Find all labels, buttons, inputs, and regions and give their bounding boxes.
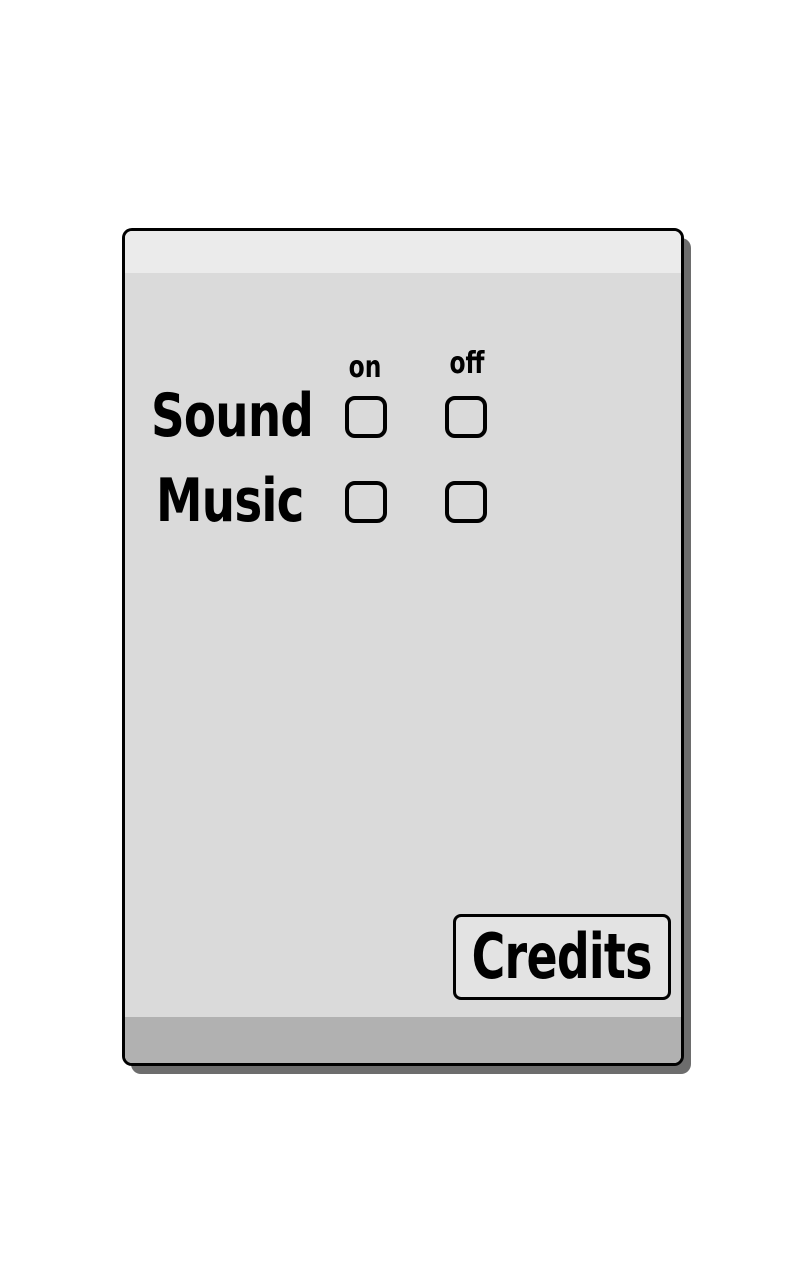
- music-off-checkbox[interactable]: [445, 481, 487, 523]
- credits-button-label: Credits: [471, 920, 653, 993]
- music-label: Music: [156, 466, 304, 536]
- panel-bottom-band: [125, 1017, 681, 1063]
- settings-panel: on off Sound Music Credits: [122, 228, 684, 1066]
- credits-button[interactable]: Credits: [453, 914, 671, 1000]
- column-label-off: off: [449, 346, 485, 381]
- panel-top-band: [125, 231, 681, 273]
- sound-label: Sound: [151, 381, 314, 451]
- settings-screen: on off Sound Music Credits: [0, 0, 800, 1280]
- column-label-on: on: [348, 350, 382, 385]
- sound-off-checkbox[interactable]: [445, 396, 487, 438]
- sound-on-checkbox[interactable]: [345, 396, 387, 438]
- music-on-checkbox[interactable]: [345, 481, 387, 523]
